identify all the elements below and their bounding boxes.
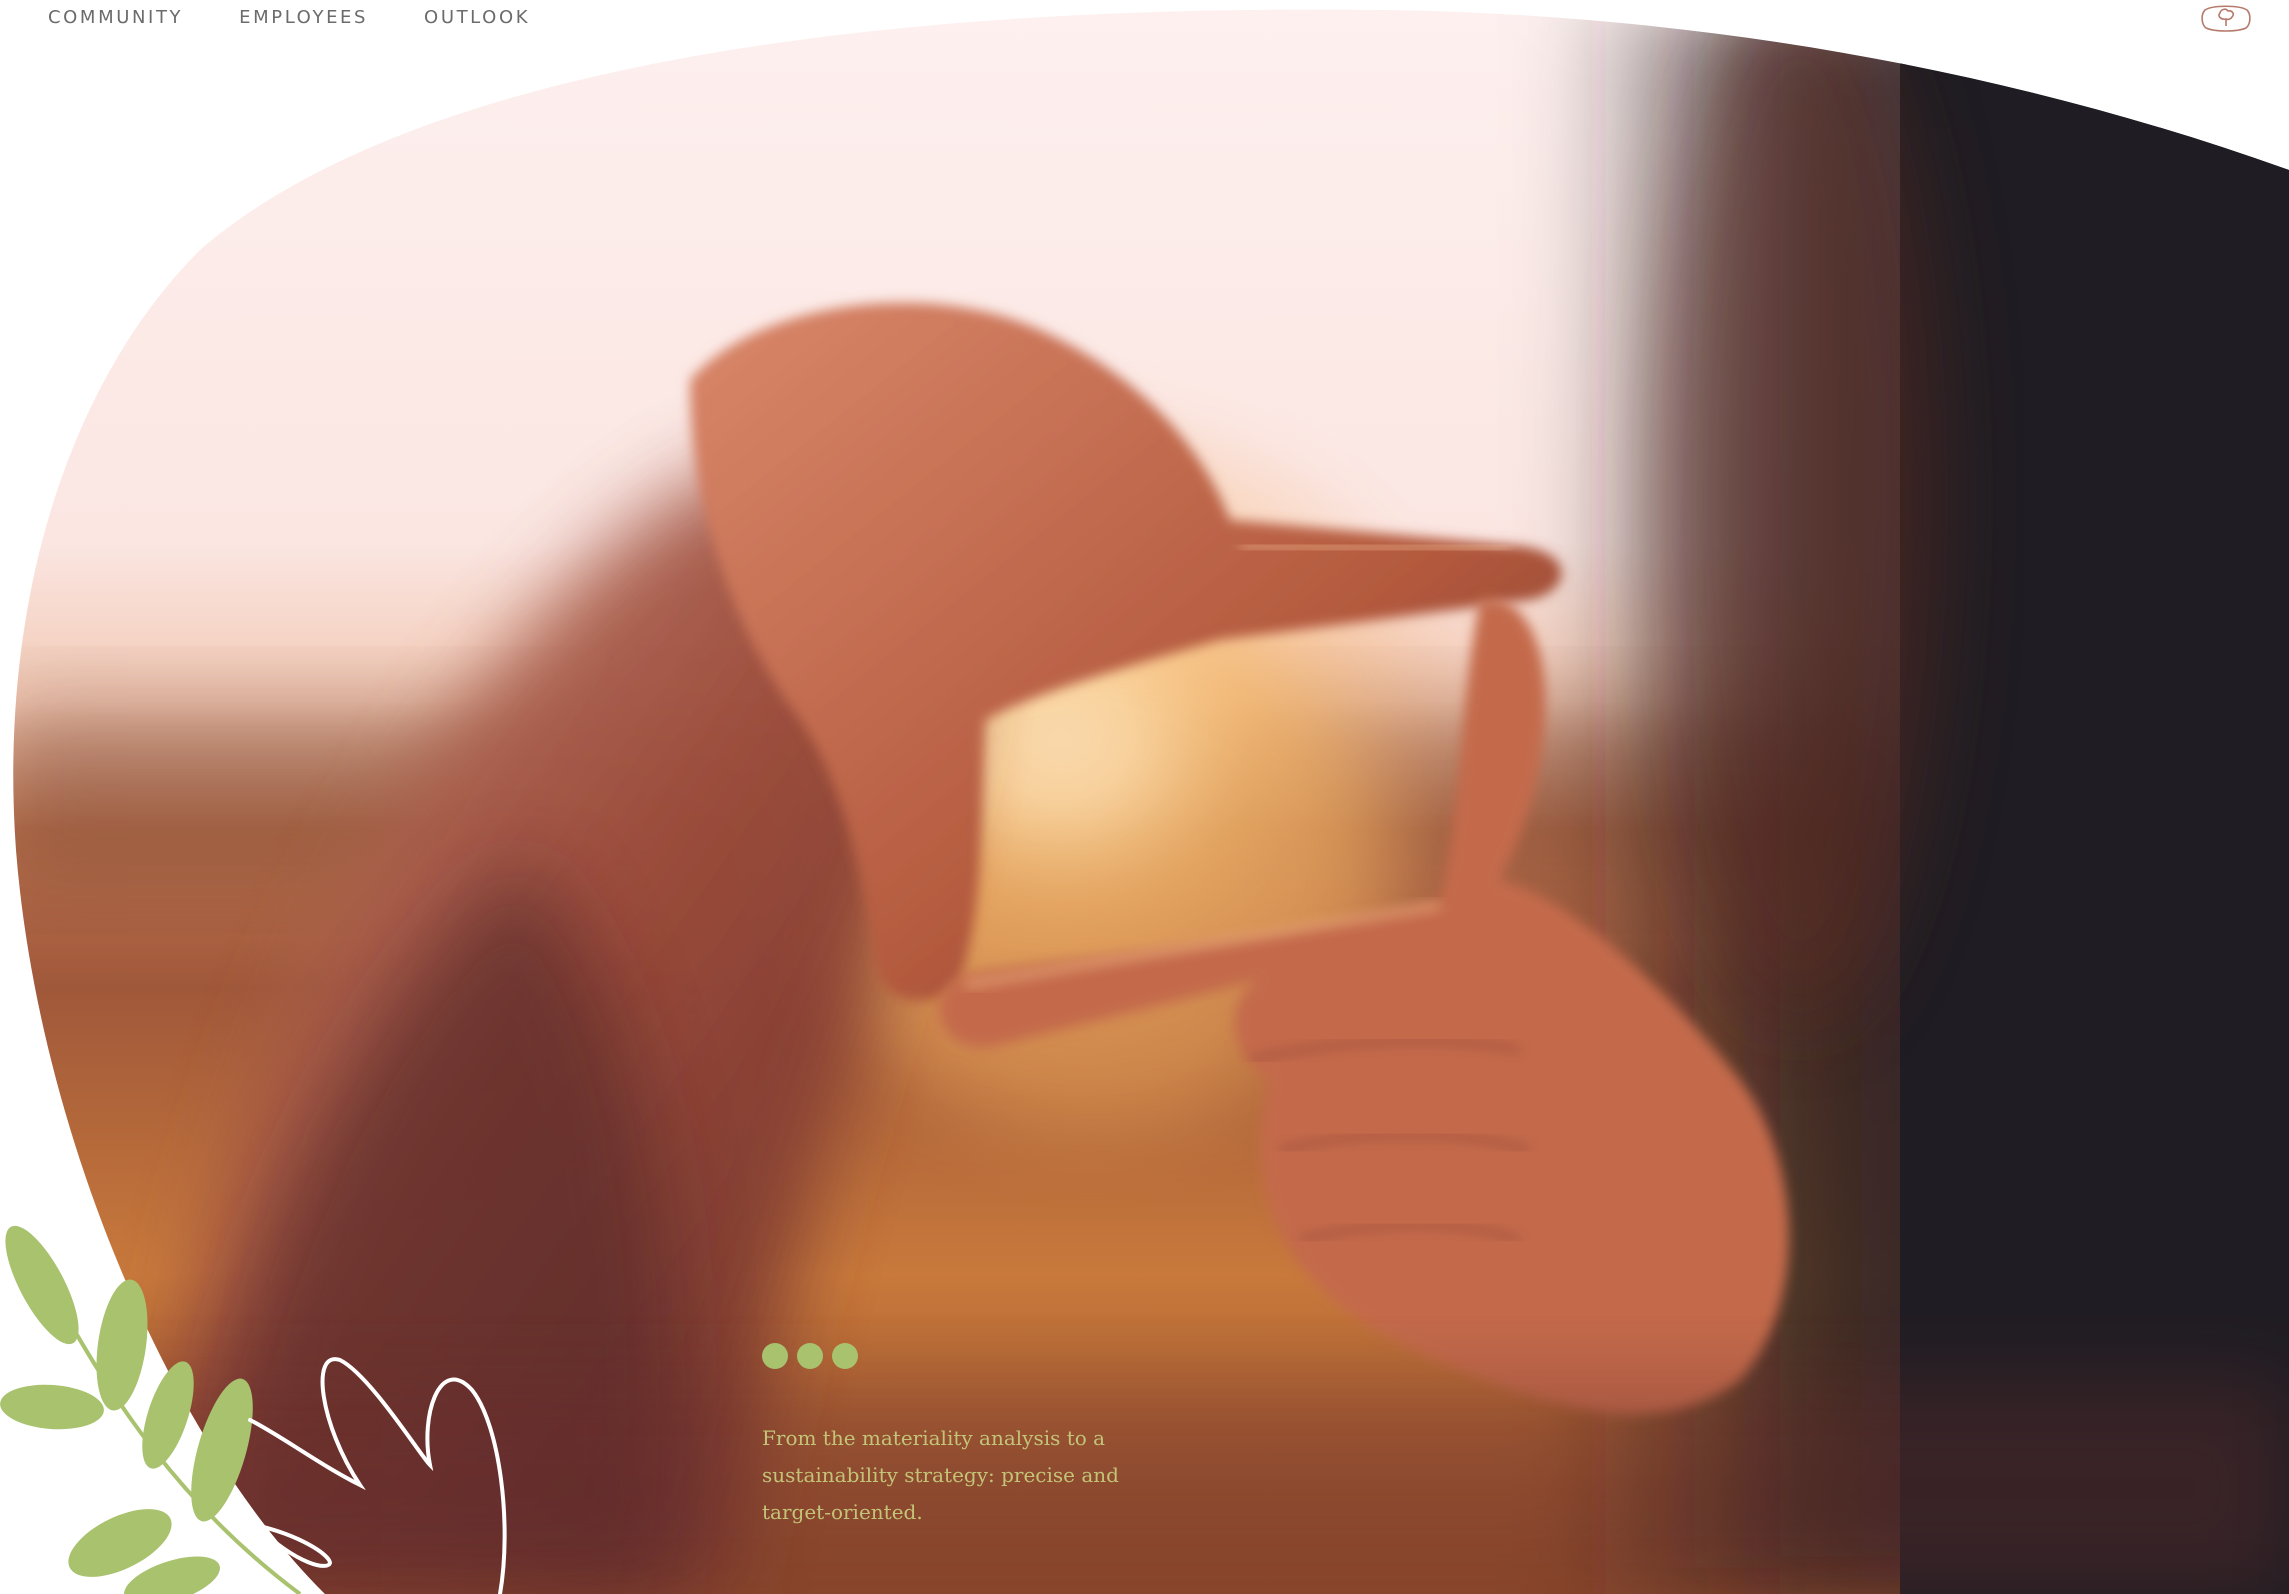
slider-dots xyxy=(762,1343,858,1369)
slider-dot-3[interactable] xyxy=(832,1343,858,1369)
tree-in-frame-icon[interactable] xyxy=(2199,2,2253,34)
hero-caption: From the materiality analysis to a susta… xyxy=(762,1426,1119,1524)
page: COMMUNITY EMPLOYEES OUTLOOK From the mat… xyxy=(0,0,2289,1594)
leaf-branch-decoration-icon xyxy=(0,1225,507,1594)
nav-item-outlook[interactable]: OUTLOOK xyxy=(424,7,530,28)
nav-item-employees[interactable]: EMPLOYEES xyxy=(239,7,368,28)
slider-dot-2[interactable] xyxy=(797,1343,823,1369)
top-navigation: COMMUNITY EMPLOYEES OUTLOOK xyxy=(48,0,586,34)
nav-item-community[interactable]: COMMUNITY xyxy=(48,7,183,28)
slider-dot-1[interactable] xyxy=(762,1343,788,1369)
